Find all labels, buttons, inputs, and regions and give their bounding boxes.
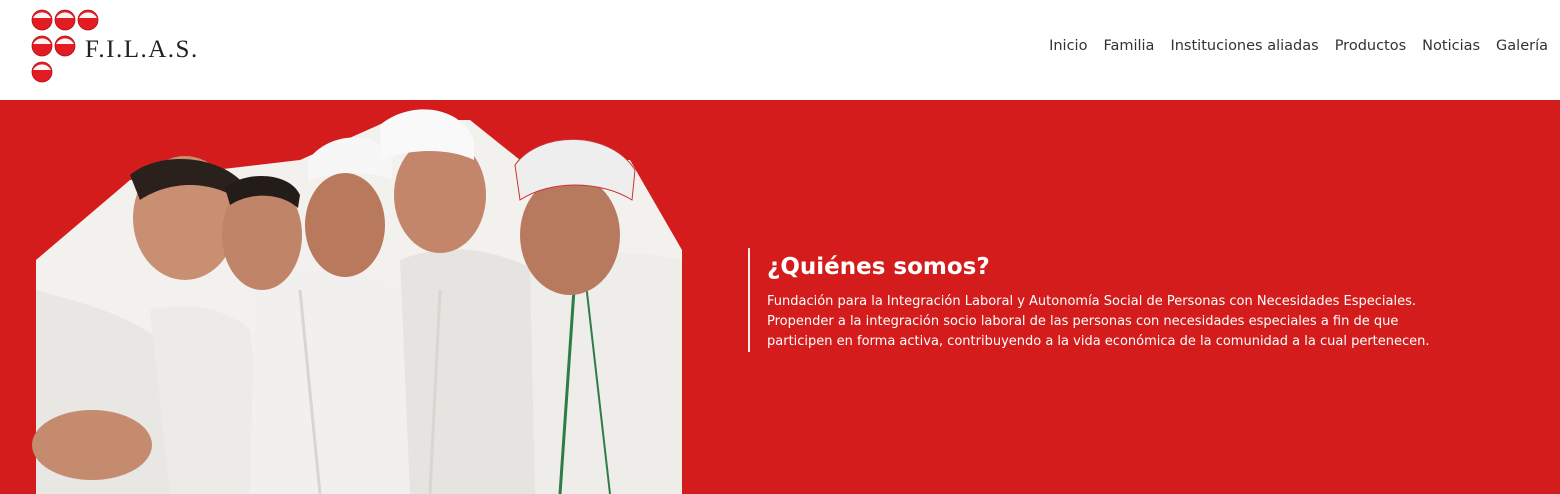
about-description: Fundación para la Integración Laboral y … <box>767 292 1547 352</box>
logo-text: F.I.L.A.S. <box>85 36 199 63</box>
about-block: ¿Quiénes somos? Fundación para la Integr… <box>748 248 1547 352</box>
about-description-line-2: Propender a la integración socio laboral… <box>767 314 1399 329</box>
nav-item-noticias[interactable]: Noticias <box>1422 38 1480 54</box>
nav-item-productos[interactable]: Productos <box>1335 38 1406 54</box>
nav-item-inicio[interactable]: Inicio <box>1049 38 1087 54</box>
main-nav: Inicio Familia Instituciones aliadas Pro… <box>1049 38 1548 54</box>
hero-section: ¿Quiénes somos? Fundación para la Integr… <box>0 100 1560 494</box>
about-description-line-1: Fundación para la Integración Laboral y … <box>767 294 1416 309</box>
team-photo <box>32 109 682 494</box>
about-description-line-3: participen en forma activa, contribuyend… <box>767 334 1430 349</box>
nav-item-instituciones-aliadas[interactable]: Instituciones aliadas <box>1170 38 1318 54</box>
site-header: F.I.L.A.S. Inicio Familia Instituciones … <box>0 0 1560 100</box>
about-title: ¿Quiénes somos? <box>767 254 990 280</box>
filas-logo[interactable]: F.I.L.A.S. <box>28 6 228 90</box>
nav-item-familia[interactable]: Familia <box>1103 38 1154 54</box>
nav-item-galeria[interactable]: Galería <box>1496 38 1548 54</box>
